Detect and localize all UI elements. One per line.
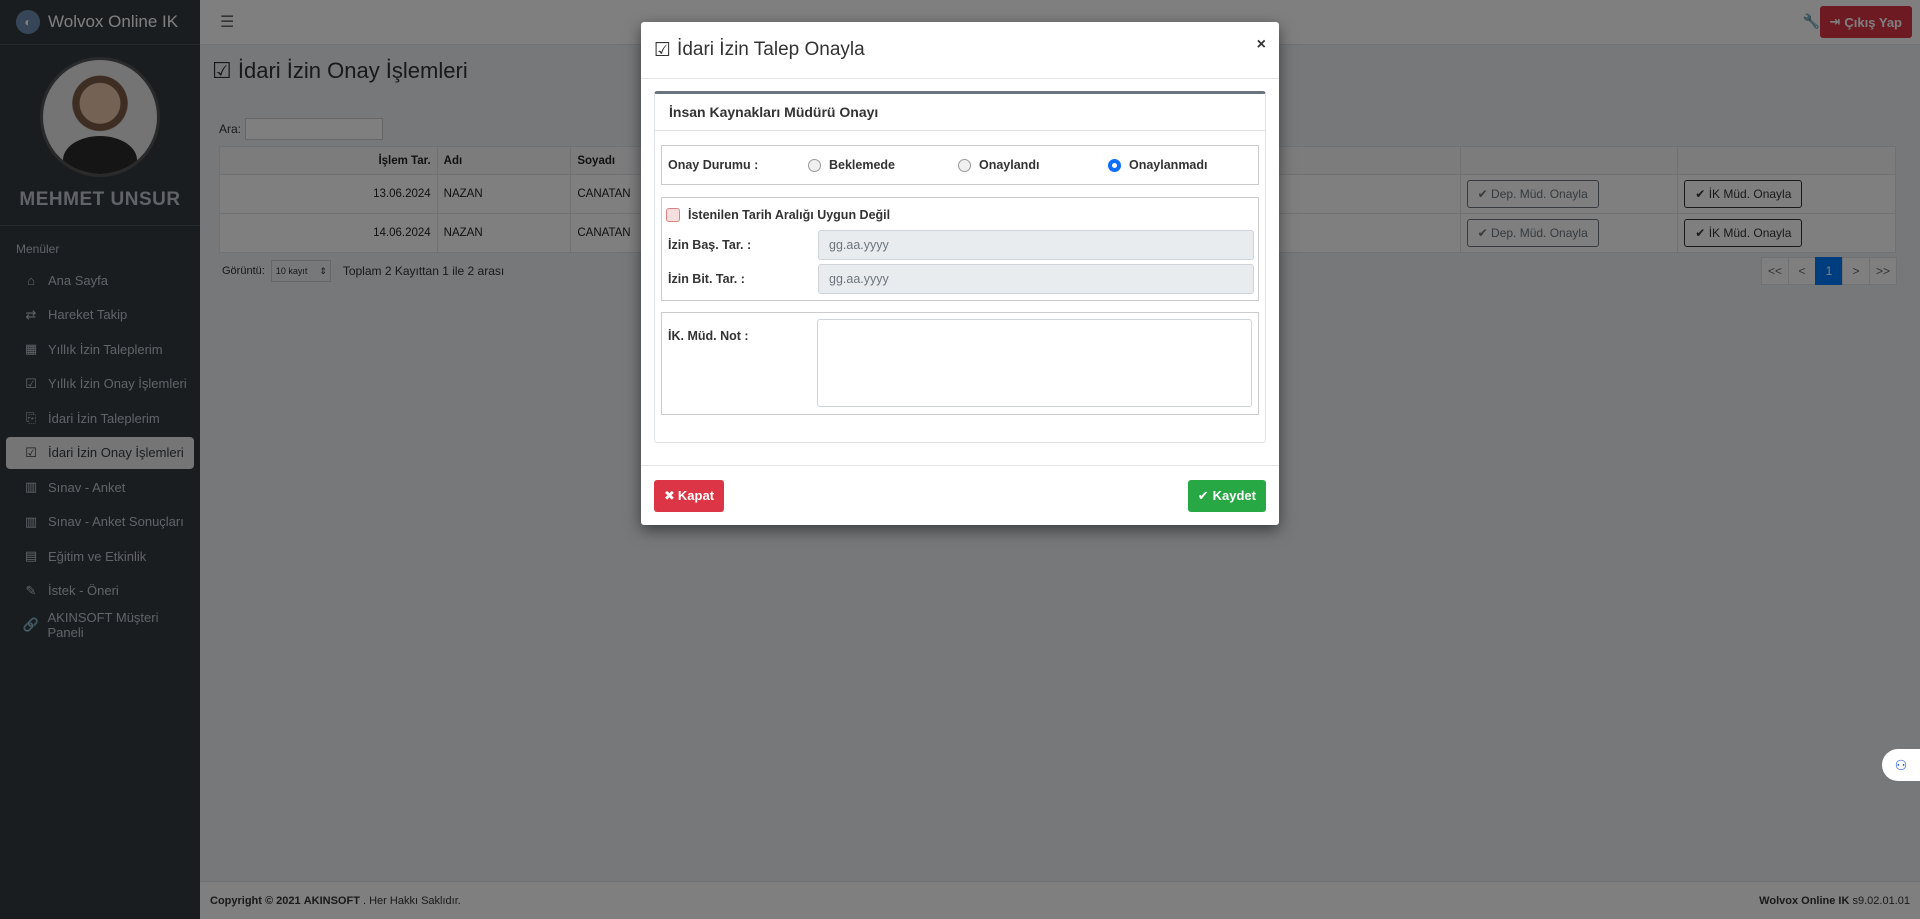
status-option[interactable]: Onaylanmadı — [1108, 158, 1258, 172]
modal-footer: ✖ Kapat ✔ Kaydet — [641, 465, 1279, 525]
radio-button[interactable] — [958, 158, 971, 172]
end-date-input[interactable]: gg.aa.yyyy — [818, 264, 1254, 294]
close-icon[interactable]: × — [1257, 36, 1266, 54]
end-date-label: İzin Bit. Tar. : — [668, 272, 745, 286]
date-range-check-row: İstenilen Tarih Aralığı Uygun Değil — [662, 198, 1258, 222]
status-label: Onay Durumu : — [668, 158, 759, 172]
radio-label: Beklemede — [829, 158, 896, 172]
card-title: İnsan Kaynakları Müdürü Onayı — [655, 94, 1265, 131]
times-icon: ✖ — [664, 487, 675, 503]
start-date-input[interactable]: gg.aa.yyyy — [818, 230, 1254, 260]
end-date-row: İzin Bit. Tar. : gg.aa.yyyy — [662, 264, 1258, 294]
radio-button[interactable] — [808, 158, 821, 172]
note-textarea[interactable] — [817, 319, 1252, 407]
radio-label: Onaylanmadı — [1129, 158, 1208, 172]
start-date-row: İzin Baş. Tar. : gg.aa.yyyy — [662, 230, 1258, 260]
check-icon: ✔ — [1197, 487, 1209, 503]
radio-button[interactable] — [1108, 158, 1121, 172]
note-box: İK. Müd. Not : — [661, 312, 1259, 415]
approve-modal: ☑ İdari İzin Talep Onayla × İnsan Kaynak… — [641, 22, 1279, 525]
date-range-checkbox[interactable] — [666, 208, 680, 222]
save-button[interactable]: ✔ Kaydet — [1187, 479, 1266, 512]
chat-widget-icon[interactable]: ⚇ — [1882, 749, 1920, 781]
close-button[interactable]: ✖ Kapat — [654, 479, 725, 512]
status-option[interactable]: Onaylandı — [958, 158, 1108, 172]
status-option[interactable]: Beklemede — [808, 158, 958, 172]
date-range-box: İstenilen Tarih Aralığı Uygun Değil İzin… — [661, 197, 1259, 301]
start-date-label: İzin Baş. Tar. : — [668, 238, 752, 252]
note-label: İK. Müd. Not : — [668, 329, 749, 343]
date-range-check-label: İstenilen Tarih Aralığı Uygun Değil — [688, 208, 891, 222]
modal-header: ☑ İdari İzin Talep Onayla × — [641, 22, 1279, 79]
radio-label: Onaylandı — [979, 158, 1040, 172]
modal-title: İdari İzin Talep Onayla — [677, 39, 865, 60]
status-box: Onay Durumu : Beklemede Onaylandı Onaylanm… — [661, 145, 1259, 185]
calendar-check-icon: ☑ — [654, 39, 672, 61]
modal-body: İnsan Kaynakları Müdürü Onayı Onay Durum… — [641, 79, 1279, 443]
status-radio-group: Beklemede Onaylandı Onaylanmadı — [808, 158, 1258, 172]
hr-approval-card: İnsan Kaynakları Müdürü Onayı Onay Durum… — [654, 91, 1266, 443]
